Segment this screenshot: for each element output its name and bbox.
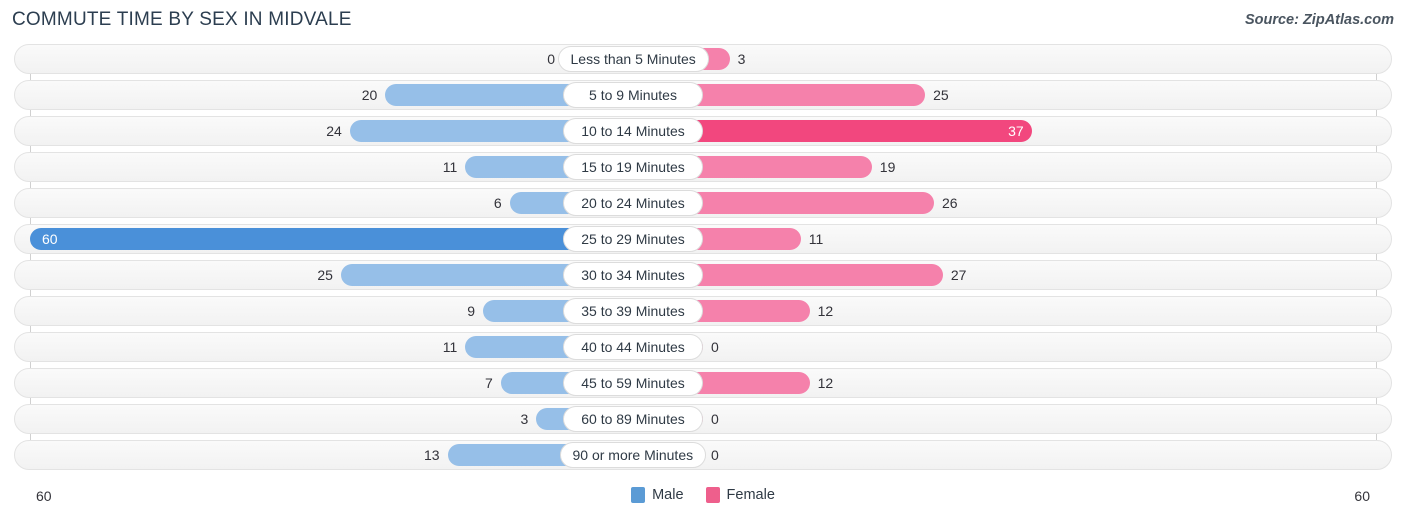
value-label-male: 11 [442, 339, 458, 355]
chart-row: 6 26 20 to 24 Minutes [0, 188, 1406, 218]
value-label-male: 60 [42, 231, 58, 247]
legend-swatch-icon [631, 487, 646, 503]
value-label-male: 25 [317, 267, 333, 283]
chart-row: 11 0 40 to 44 Minutes [0, 332, 1406, 362]
chart-footer: 60 60 Male Female [0, 481, 1406, 523]
chart-row: 7 12 45 to 59 Minutes [0, 368, 1406, 398]
chart-row: 24 37 10 to 14 Minutes [0, 116, 1406, 146]
value-label-male: 7 [485, 375, 493, 391]
source-attribution: Source: ZipAtlas.com [1244, 12, 1394, 28]
legend-male[interactable]: Male [631, 487, 684, 503]
chart-row: 60 11 25 to 29 Minutes [0, 224, 1406, 254]
category-label: 90 or more Minutes [559, 442, 707, 468]
value-label-female: 0 [711, 447, 719, 463]
value-label-male: 20 [361, 87, 378, 103]
page-title: COMMUTE TIME BY SEX IN MIDVALE [12, 9, 352, 30]
value-label-female: 19 [879, 159, 896, 175]
value-label-female: 37 [1008, 123, 1024, 139]
chart-row: 3 0 60 to 89 Minutes [0, 404, 1406, 434]
legend-female[interactable]: Female [705, 487, 775, 503]
category-label: 35 to 39 Minutes [563, 298, 703, 324]
value-label-male: 13 [423, 447, 440, 463]
chart-row: 25 27 30 to 34 Minutes [0, 260, 1406, 290]
value-label-female: 12 [817, 303, 834, 319]
bar-male[interactable] [30, 228, 633, 250]
value-label-male: 11 [442, 159, 458, 175]
category-label: Less than 5 Minutes [557, 46, 709, 72]
value-label-female: 11 [808, 231, 824, 247]
chart-header: COMMUTE TIME BY SEX IN MIDVALE Source: Z… [0, 0, 1406, 44]
category-label: 45 to 59 Minutes [563, 370, 703, 396]
chart-legend: Male Female [0, 487, 1406, 503]
category-label: 20 to 24 Minutes [563, 190, 703, 216]
value-label-male: 3 [520, 411, 529, 427]
category-label: 15 to 19 Minutes [563, 154, 703, 180]
chart-row: 11 19 15 to 19 Minutes [0, 152, 1406, 182]
value-label-female: 27 [950, 267, 967, 283]
value-label-male: 6 [493, 195, 502, 211]
chart-row: 0 3 Less than 5 Minutes [0, 44, 1406, 74]
row-track [14, 404, 1392, 434]
legend-label: Male [652, 487, 684, 503]
chart-row: 13 0 90 or more Minutes [0, 440, 1406, 470]
value-label-female: 3 [737, 51, 746, 67]
category-label: 5 to 9 Minutes [563, 82, 703, 108]
category-label: 25 to 29 Minutes [563, 226, 703, 252]
chart-row: 20 25 5 to 9 Minutes [0, 80, 1406, 110]
value-label-female: 0 [711, 411, 719, 427]
value-label-male: 9 [467, 303, 476, 319]
legend-label: Female [726, 487, 775, 503]
category-label: 10 to 14 Minutes [563, 118, 703, 144]
category-label: 60 to 89 Minutes [563, 406, 703, 432]
value-label-female: 26 [941, 195, 958, 211]
legend-swatch-icon [705, 487, 720, 503]
value-label-male: 24 [326, 123, 342, 139]
value-label-female: 25 [933, 87, 949, 103]
value-label-male: 0 [547, 51, 555, 67]
category-label: 30 to 34 Minutes [563, 262, 703, 288]
value-label-female: 12 [817, 375, 834, 391]
value-label-female: 0 [711, 339, 719, 355]
row-track [14, 332, 1392, 362]
bar-rows: 0 3 Less than 5 Minutes 20 25 5 to 9 Minutes 2… [0, 44, 1406, 476]
category-label: 40 to 44 Minutes [563, 334, 703, 360]
chart-row: 9 12 35 to 39 Minutes [0, 296, 1406, 326]
chart-plot-area: 0 3 Less than 5 Minutes 20 25 5 to 9 Minutes 2… [0, 44, 1406, 481]
